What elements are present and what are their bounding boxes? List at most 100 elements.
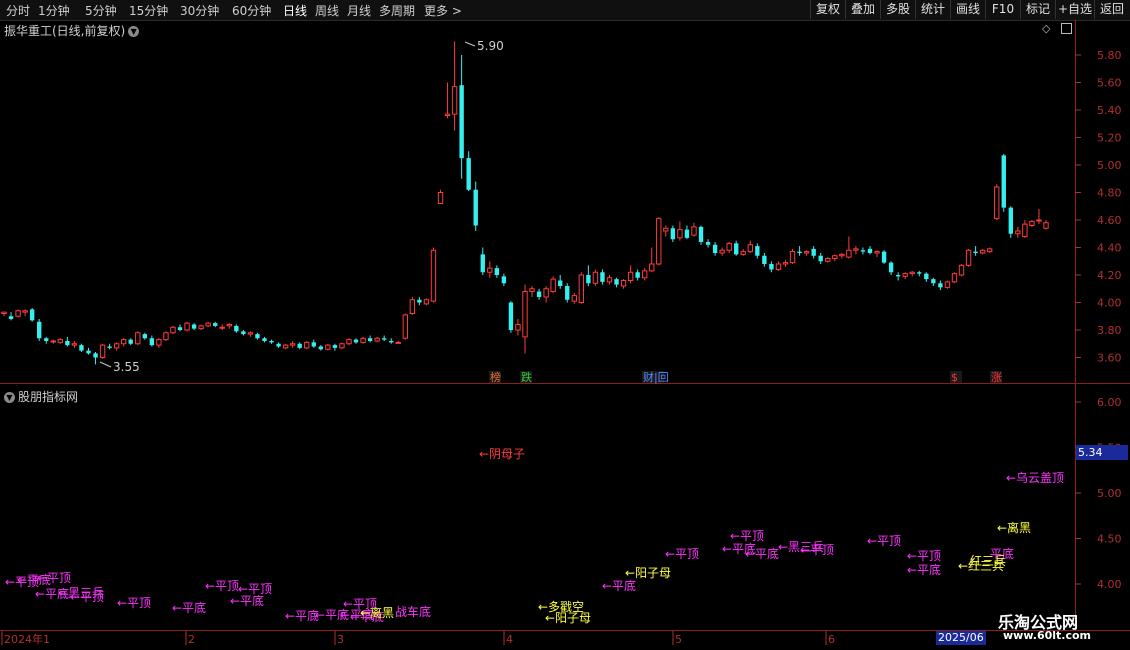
candle: [37, 319, 42, 341]
candle-body: [803, 251, 810, 254]
event-marker[interactable]: 涨: [991, 371, 1002, 384]
candle-body: [423, 299, 430, 305]
candle-body: [473, 189, 478, 226]
candle: [466, 151, 471, 192]
candle-body: [282, 344, 289, 349]
candle-body: [726, 242, 732, 251]
candle: [762, 253, 767, 267]
candle-body: [1022, 223, 1028, 237]
candle: [705, 239, 711, 248]
date-label: 6: [828, 633, 835, 646]
event-marker[interactable]: $: [951, 371, 958, 384]
candle: [121, 338, 127, 347]
candle: [606, 275, 613, 285]
candle: [909, 270, 915, 277]
candle: [529, 286, 535, 297]
candle: [325, 343, 331, 351]
stock-chart[interactable]: 5.80 5.60 5.40 5.20 5.00 4.80 4.60 4.40 4.20 4.00…: [0, 0, 1130, 650]
indicator-tick-label: 6.00: [1097, 396, 1122, 409]
watermark-url: www.60lt.com: [1003, 629, 1092, 642]
pattern-signal: ←离黑: [997, 520, 1031, 535]
candle-body: [1036, 219, 1042, 222]
candle: [508, 301, 514, 333]
candle: [113, 342, 120, 351]
candle: [311, 339, 316, 348]
candle-body: [909, 271, 915, 275]
candle: [670, 225, 676, 242]
candle-body: [592, 271, 599, 284]
candle: [142, 332, 147, 340]
candle: [367, 335, 373, 343]
candle-body: [1008, 207, 1013, 234]
candle-body: [459, 85, 464, 159]
event-marker[interactable]: 榜: [490, 370, 501, 384]
candle-body: [825, 258, 831, 262]
pattern-signal: ←平底: [285, 608, 319, 623]
candle: [1043, 220, 1049, 230]
candle-body: [71, 343, 78, 346]
candle: [15, 309, 21, 318]
price-tick-label: 5.40: [1097, 104, 1122, 117]
candle: [931, 277, 936, 286]
candle-body: [213, 323, 218, 326]
candle-body: [670, 228, 676, 240]
candle-body: [789, 251, 796, 264]
candle-body: [241, 331, 246, 335]
candle: [339, 342, 345, 350]
candle-body: [8, 316, 14, 319]
candle-body: [409, 299, 416, 314]
price-tick-label: 3.80: [1097, 324, 1122, 337]
candle-body: [635, 272, 640, 278]
candles: [1, 41, 1049, 365]
candle: [135, 331, 141, 346]
candle: [241, 330, 246, 336]
pattern-signal: ←平顶: [665, 547, 699, 561]
candle: [86, 347, 91, 355]
candle: [1001, 154, 1006, 212]
candle-body: [360, 337, 366, 343]
candle-body: [65, 341, 70, 346]
candle: [818, 253, 823, 264]
candle-body: [832, 255, 838, 259]
pattern-signal: 红三兵: [970, 553, 1006, 568]
candle-body: [318, 346, 324, 350]
candle: [755, 243, 760, 259]
candle-body: [22, 310, 28, 313]
candle-body: [818, 255, 823, 262]
candle: [986, 247, 993, 253]
candle: [677, 221, 683, 241]
event-marker[interactable]: 财|回: [643, 370, 669, 384]
candle-body: [600, 272, 605, 282]
candle: [269, 339, 274, 344]
date-label: 2024年1: [4, 632, 50, 646]
candle: [177, 324, 183, 332]
candle: [620, 279, 627, 289]
high-marker: 5.90: [464, 39, 504, 53]
candle: [255, 332, 260, 340]
price-tick-label: 4.20: [1097, 269, 1122, 282]
candle: [22, 309, 28, 317]
candle: [297, 342, 302, 350]
price-tick-label: 4.80: [1097, 187, 1122, 200]
candle-body: [642, 270, 648, 279]
event-marker[interactable]: 跌: [521, 370, 532, 384]
candle-body: [684, 229, 690, 238]
candle-body: [86, 350, 91, 354]
candle-body: [205, 322, 211, 327]
pattern-signal: ←平底: [745, 546, 779, 561]
candle-body: [57, 339, 64, 343]
candle-body: [558, 280, 563, 286]
candle-body: [353, 339, 359, 343]
candle-body: [163, 332, 169, 341]
candle: [93, 352, 98, 365]
date-label: 4: [506, 633, 513, 646]
candle: [895, 272, 901, 281]
candle-body: [276, 343, 281, 347]
candle: [627, 265, 634, 284]
candle-body: [529, 288, 535, 292]
candle-body: [536, 291, 542, 297]
candle: [459, 55, 464, 179]
candle: [951, 272, 958, 284]
candle-body: [311, 342, 316, 347]
candle: [282, 343, 289, 350]
